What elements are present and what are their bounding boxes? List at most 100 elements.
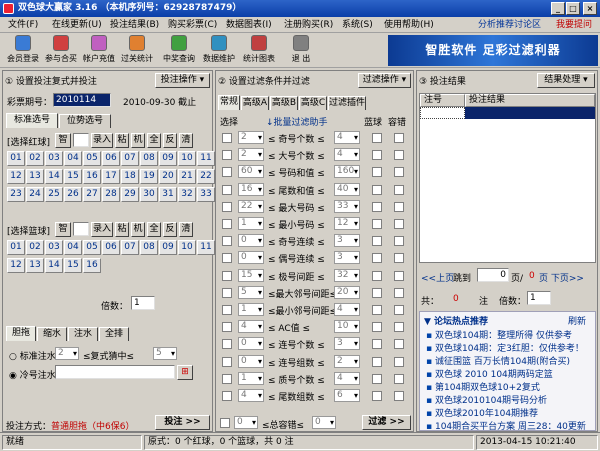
- undefined-ball-08[interactable]: 08: [140, 240, 158, 255]
- filter-row-min[interactable]: 1: [238, 303, 264, 316]
- filter-row-fault[interactable]: [394, 133, 404, 143]
- filter-row-min[interactable]: 2: [238, 148, 264, 162]
- red-tool-2[interactable]: 录入: [91, 133, 113, 148]
- filter-row-checkbox[interactable]: [222, 133, 232, 143]
- filter-row-fault[interactable]: [394, 219, 404, 229]
- filter-row-checkbox[interactable]: [222, 305, 232, 315]
- red-tool-4[interactable]: 机: [131, 133, 145, 148]
- news-item[interactable]: 双色球2010年104期推荐: [426, 406, 538, 419]
- tab-dantuo[interactable]: 胆拖: [6, 326, 36, 341]
- blue-tool-2[interactable]: 录入: [91, 222, 113, 237]
- filter-row-max[interactable]: 3: [334, 251, 360, 265]
- undefined-ball-02[interactable]: 02: [26, 151, 44, 166]
- page-input[interactable]: 0: [477, 268, 509, 282]
- undefined-ball-09[interactable]: 09: [159, 240, 177, 255]
- undefined-ball-20[interactable]: 20: [159, 169, 177, 184]
- period-select[interactable]: 2010114: [53, 93, 111, 107]
- menu-buy[interactable]: 购买彩票(C): [168, 18, 217, 32]
- ad-banner[interactable]: 智胜软件 足彩过滤利器: [388, 35, 598, 66]
- filter-row-fault[interactable]: [394, 339, 404, 350]
- filter-row-blue[interactable]: [372, 287, 382, 298]
- filter-row-checkbox[interactable]: [222, 236, 232, 247]
- undefined-ball-04[interactable]: 04: [64, 240, 82, 255]
- red-tool-7[interactable]: 清: [179, 133, 193, 148]
- filter-row-blue[interactable]: [372, 305, 382, 315]
- undefined-ball-26[interactable]: 26: [64, 187, 82, 202]
- data-maintain-button[interactable]: 数据维护: [200, 34, 238, 67]
- undefined-ball-08[interactable]: 08: [140, 151, 158, 166]
- undefined-ball-23[interactable]: 23: [7, 187, 25, 202]
- blue-tool-1[interactable]: [73, 222, 89, 236]
- blue-tool-6[interactable]: 反: [163, 222, 177, 237]
- news-item[interactable]: 104期合买平台方案 周三28：40更新: [426, 419, 586, 432]
- filter-row-checkbox[interactable]: [222, 219, 232, 229]
- news-item[interactable]: 双色球104期：定3红胆：仅供参考！: [426, 341, 584, 354]
- undefined-ball-18[interactable]: 18: [121, 169, 139, 184]
- filter-row-max[interactable]: 20: [334, 285, 360, 299]
- undefined-ball-21[interactable]: 21: [178, 169, 196, 184]
- undefined-ball-13[interactable]: 13: [26, 258, 44, 273]
- news-item[interactable]: 第104期双色球10+2复式: [426, 380, 540, 393]
- multiple-select[interactable]: 1: [131, 296, 155, 310]
- undefined-ball-16[interactable]: 16: [83, 258, 101, 273]
- filter-row-fault[interactable]: [394, 236, 404, 247]
- filter-row-blue[interactable]: [372, 270, 382, 281]
- close-button[interactable]: ×: [583, 2, 597, 15]
- undefined-ball-30[interactable]: 30: [140, 187, 158, 202]
- filter-row-fault[interactable]: [394, 356, 404, 367]
- undefined-ball-12[interactable]: 12: [7, 169, 25, 184]
- menu-help[interactable]: 使用帮助(H): [384, 18, 434, 32]
- filter-row-checkbox[interactable]: [222, 322, 232, 333]
- stats-button[interactable]: 过关统计: [118, 34, 156, 67]
- undefined-ball-07[interactable]: 07: [121, 240, 139, 255]
- filter-row-blue[interactable]: [372, 150, 382, 161]
- news-item[interactable]: 双色球 2010 104期两码定篮: [426, 367, 553, 380]
- filter-row-max[interactable]: 2: [334, 354, 360, 368]
- tab-adv-a[interactable]: 高级A: [241, 96, 269, 110]
- undefined-ball-27[interactable]: 27: [83, 187, 101, 202]
- stat-chart-button[interactable]: 统计图表: [240, 34, 278, 67]
- filter-row-fault[interactable]: [394, 322, 404, 333]
- undefined-ball-09[interactable]: 09: [159, 151, 177, 166]
- batch-helper-link[interactable]: ↓批量过滤助手: [266, 115, 328, 128]
- filter-row-checkbox[interactable]: [222, 373, 232, 384]
- col-bet-result[interactable]: 投注结果: [465, 94, 595, 107]
- exit-button[interactable]: 退 出: [282, 34, 320, 67]
- menu-results[interactable]: 投注结果(B): [110, 18, 159, 32]
- filter-row-fault[interactable]: [394, 201, 404, 212]
- filter-row-blue[interactable]: [372, 391, 382, 401]
- filter-row-checkbox[interactable]: [222, 391, 232, 401]
- minimize-button[interactable]: _: [551, 2, 565, 15]
- tab-normal[interactable]: 常规: [218, 95, 240, 110]
- tab-position-pick[interactable]: 位势选号: [59, 114, 111, 128]
- filter-row-blue[interactable]: [372, 236, 382, 247]
- next-page-button[interactable]: 页 下页>>: [539, 271, 584, 284]
- filter-row-max[interactable]: 4: [334, 131, 360, 144]
- tab-shrink[interactable]: 缩水: [37, 327, 67, 341]
- undefined-ball-13[interactable]: 13: [26, 169, 44, 184]
- maximize-button[interactable]: □: [566, 2, 580, 15]
- undefined-ball-12[interactable]: 12: [7, 258, 25, 273]
- undefined-ball-02[interactable]: 02: [26, 240, 44, 255]
- member-login-button[interactable]: 会员登录: [4, 34, 42, 67]
- undefined-ball-14[interactable]: 14: [45, 258, 63, 273]
- mult-select[interactable]: 1: [527, 291, 551, 305]
- prev-page-button[interactable]: <<上页: [421, 271, 454, 284]
- undefined-ball-11[interactable]: 11: [197, 151, 215, 166]
- tab-standard-pick[interactable]: 标准选号: [6, 113, 58, 128]
- filter-row-min[interactable]: 0: [238, 234, 264, 248]
- filter-row-min[interactable]: 4: [238, 320, 264, 334]
- filter-row-blue[interactable]: [372, 201, 382, 212]
- bet-ops-button[interactable]: 投注操作 ▾: [155, 73, 210, 88]
- filter-row-checkbox[interactable]: [222, 201, 232, 212]
- filter-row-fault[interactable]: [394, 391, 404, 401]
- filter-row-min[interactable]: 15: [238, 268, 264, 282]
- cold-inject-input[interactable]: [55, 365, 175, 379]
- undefined-ball-05[interactable]: 05: [83, 151, 101, 166]
- undefined-ball-01[interactable]: 01: [7, 240, 25, 255]
- filter-row-max[interactable]: 3: [334, 234, 360, 248]
- result-ops-button[interactable]: 结果处理 ▾: [537, 73, 595, 88]
- blue-tool-4[interactable]: 机: [131, 222, 145, 237]
- total-fault-min[interactable]: 0: [234, 416, 258, 429]
- undefined-ball-04[interactable]: 04: [64, 151, 82, 166]
